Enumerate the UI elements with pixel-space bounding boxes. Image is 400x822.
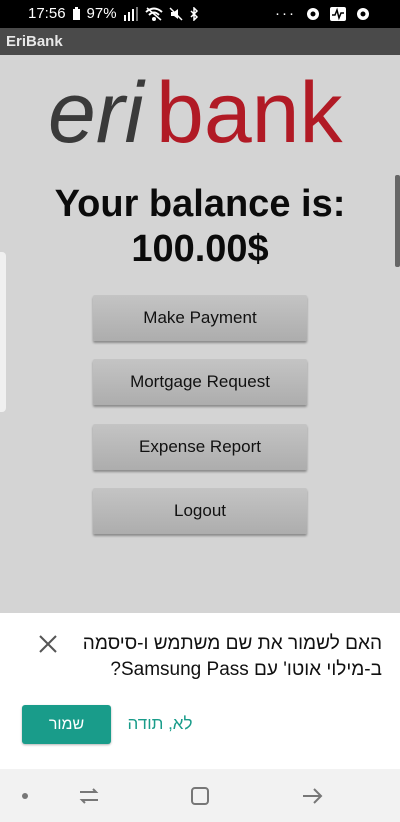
chrome-icon bbox=[307, 7, 319, 20]
status-bar: 17:56 97% ··· bbox=[0, 0, 400, 28]
back-icon[interactable] bbox=[301, 786, 323, 806]
mute-icon bbox=[169, 6, 183, 21]
logo-eri: eri bbox=[48, 70, 146, 160]
logout-button[interactable]: Logout bbox=[93, 488, 307, 534]
status-left: 17:56 97% bbox=[28, 5, 199, 22]
logo-bank: bank bbox=[156, 70, 343, 160]
edge-panel-handle[interactable] bbox=[0, 252, 6, 412]
app-title: EriBank bbox=[6, 33, 63, 50]
bluetooth-icon bbox=[190, 6, 198, 21]
autofill-message: האם לשמור את שם משתמש ו-סיסמה ב-מילוי או… bbox=[82, 633, 382, 680]
close-icon[interactable] bbox=[36, 632, 60, 656]
balance-label: Your balance is: bbox=[54, 183, 346, 225]
eribank-logo: eri bank bbox=[48, 70, 343, 160]
status-right: ··· bbox=[275, 5, 370, 22]
wifi-icon bbox=[144, 6, 163, 21]
mortgage-request-button[interactable]: Mortgage Request bbox=[93, 359, 307, 405]
autofill-sheet: האם לשמור את שם משתמש ו-סיסמה ב-מילוי או… bbox=[0, 613, 400, 769]
activity-icon bbox=[330, 6, 346, 21]
expense-report-button[interactable]: Expense Report bbox=[93, 424, 307, 470]
battery-saver-icon bbox=[72, 6, 80, 20]
status-time: 17:56 bbox=[28, 5, 66, 22]
chrome-icon bbox=[357, 7, 369, 20]
scrollbar[interactable] bbox=[395, 175, 400, 267]
app-title-bar: EriBank bbox=[0, 28, 400, 55]
status-battery: 97% bbox=[86, 5, 117, 22]
recents-icon[interactable] bbox=[78, 786, 100, 806]
navigation-bar bbox=[0, 769, 400, 822]
make-payment-button[interactable]: Make Payment bbox=[93, 295, 307, 341]
dot-icon bbox=[22, 793, 28, 799]
signal-icon bbox=[123, 6, 138, 21]
balance-amount: 100.00$ bbox=[131, 228, 269, 270]
no-thanks-button[interactable]: לא, תודה bbox=[124, 714, 196, 734]
home-icon[interactable] bbox=[189, 786, 211, 806]
save-button[interactable]: שמור bbox=[22, 705, 111, 744]
more-notifications-icon: ··· bbox=[275, 5, 296, 22]
